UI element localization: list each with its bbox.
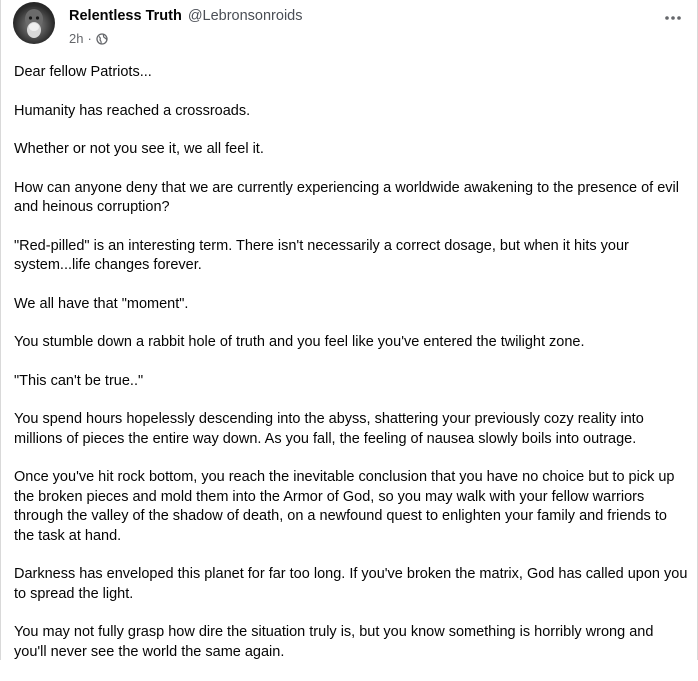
post-paragraph: You may not fully grasp how dire the sit… [14, 624, 654, 660]
meta-separator: · [87, 31, 92, 46]
post-paragraph: You stumble down a rabbit hole of truth … [14, 334, 585, 350]
avatar[interactable] [13, 2, 55, 44]
post-card: Relentless Truth @Lebronsonroids 2h · Dea… [0, 0, 698, 660]
author-line: Relentless Truth @Lebronsonroids [69, 8, 303, 24]
post-body: Dear fellow Patriots... Humanity has rea… [14, 63, 689, 681]
post-paragraph: Whether or not you see it, we all feel i… [14, 141, 264, 157]
post-paragraph: Dear fellow Patriots... [14, 64, 152, 80]
author-name[interactable]: Relentless Truth [69, 8, 182, 24]
author-handle[interactable]: @Lebronsonroids [188, 8, 303, 24]
post-meta: 2h · [69, 31, 108, 46]
post-paragraph: You spend hours hopelessly descending in… [14, 411, 644, 447]
post-paragraph: We all have that "moment". [14, 295, 189, 312]
post-paragraph: "This can't be true.." [14, 372, 144, 389]
post-paragraph: "Red-pilled" is an interesting term. The… [14, 237, 629, 274]
post-paragraph: Once you've hit rock bottom, you reach t… [14, 469, 675, 544]
post-paragraph: Darkness has enveloped this planet for f… [14, 566, 688, 602]
post-paragraph: Humanity has reached a crossroads. [14, 102, 251, 119]
post-timestamp[interactable]: 2h [69, 31, 83, 46]
post-paragraph: How can anyone deny that we are currentl… [14, 179, 679, 216]
more-options-icon[interactable] [663, 10, 683, 26]
globe-icon[interactable] [96, 32, 108, 45]
